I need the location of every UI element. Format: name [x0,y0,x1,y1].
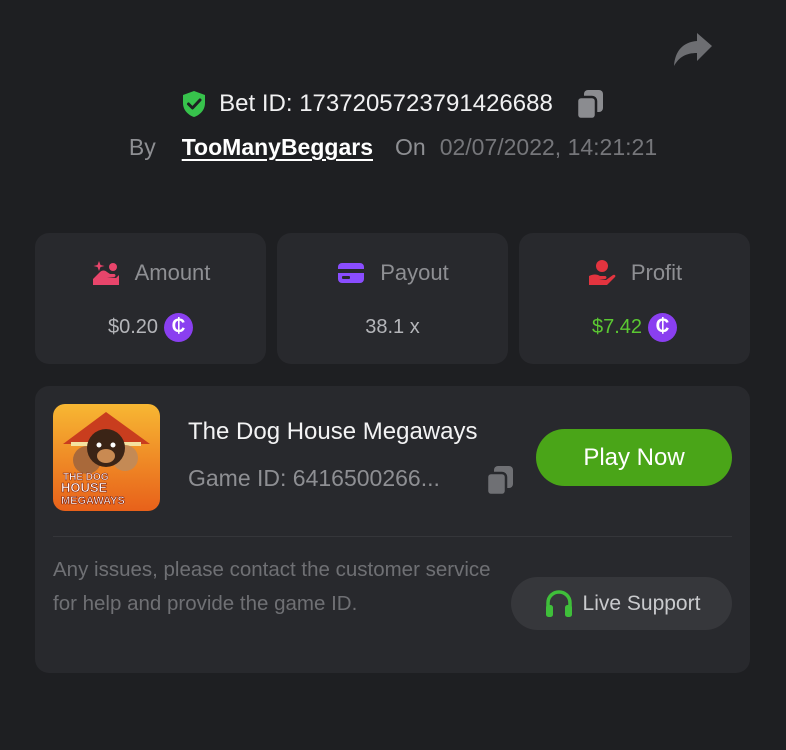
hand-coins-icon [92,261,119,285]
amount-value: $0.20 [107,315,159,338]
coin-icon: ₵ [648,312,678,342]
bet-datetime: 02/07/2022, 14:21:21 [439,134,658,160]
payout-label: Payout [380,260,449,285]
game-id-text: Game ID: 6416500266... [188,465,440,491]
by-label: By [128,134,156,160]
thumb-text-line2: HOUSE [61,480,108,495]
share-icon[interactable] [670,30,714,70]
amount-card: Amount $0.20 ₵ [35,233,266,364]
dog-house-thumbnail-image: THE DOG HOUSE MEGAWAYS [53,404,160,511]
bet-meta-row: By TooManyBeggars On 02/07/2022, 14:21:2… [0,134,786,166]
profit-card: Profit $7.42 ₵ [519,233,750,364]
bet-id-row: Bet ID: 1737205723791426688 [0,86,786,122]
game-thumbnail[interactable]: THE DOG HOUSE MEGAWAYS [53,404,160,511]
copy-game-id-icon[interactable] [485,464,515,496]
copy-bet-id-icon[interactable] [575,88,605,120]
payout-value: 38.1 x [365,315,420,338]
live-support-button[interactable]: Live Support [511,577,732,630]
game-card: THE DOG HOUSE MEGAWAYS The Dog House Meg… [35,386,750,673]
coin-icon: ₵ [164,312,194,342]
shield-check-icon [183,91,206,117]
bet-id-text: Bet ID: 1737205723791426688 [219,90,553,117]
play-now-button[interactable]: Play Now [536,429,732,486]
payout-card: Payout 38.1 x [277,233,508,364]
profit-label: Profit [630,260,683,285]
live-support-label: Live Support [582,591,701,615]
hand-profit-icon [588,260,616,285]
card-icon [338,263,365,283]
username-link[interactable]: TooManyBeggars [182,134,373,161]
profit-value: $7.42 [591,315,643,338]
game-title[interactable]: The Dog House Megaways [188,418,477,446]
headset-icon [545,589,572,617]
amount-label: Amount [134,260,211,285]
on-label: On [395,134,426,160]
thumb-text-line3: MEGAWAYS [61,495,125,507]
bet-stats: Amount $0.20 ₵ Payout 38.1 x Profit $7.4… [35,233,750,364]
support-message: Any issues, please contact the customer … [53,558,491,615]
divider [53,536,732,537]
